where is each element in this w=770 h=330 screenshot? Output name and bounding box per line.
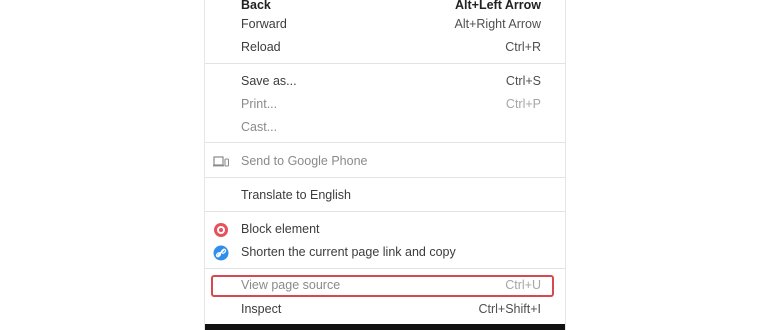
menu-item-label: Translate to English [241,188,352,202]
menu-item-cast[interactable]: Cast... [205,116,565,139]
link-icon [213,245,229,261]
menu-item-label: Block element [241,222,320,236]
menu-item-label: Back [241,0,271,12]
menu-item-shortcut: Ctrl+R [505,40,541,54]
menu-item-shortcut: Ctrl+S [505,74,541,88]
menu-item-inspect[interactable]: Inspect Ctrl+Shift+I [205,298,565,321]
menu-item-shortcut: Ctrl+P [505,97,541,111]
menu-separator [205,268,565,269]
menu-item-shortcut: Alt+Right Arrow [454,17,542,31]
context-menu: Back Alt+Left Arrow Forward Alt+Right Ar… [204,0,566,330]
menu-item-label: Inspect [241,302,282,316]
menu-item-translate[interactable]: Translate to English [205,184,565,207]
device-icon [213,156,229,167]
menu-item-label: Shorten the current page link and copy [241,245,456,259]
menu-item-print[interactable]: Print... Ctrl+P [205,93,565,116]
bottom-bar [205,324,565,330]
menu-item-shortcut: Ctrl+U [505,278,541,292]
menu-item-label: Forward [241,17,287,31]
menu-item-label: Send to Google Phone [241,154,368,168]
menu-item-reload[interactable]: Reload Ctrl+R [205,36,565,59]
menu-item-save-as[interactable]: Save as... Ctrl+S [205,70,565,93]
menu-item-block-element[interactable]: Block element [205,218,565,241]
menu-item-label: Print... [241,97,278,111]
menu-separator [205,211,565,212]
menu-item-view-source[interactable]: View page source Ctrl+U [205,274,565,297]
menu-item-shortcut: Alt+Left Arrow [455,0,541,12]
menu-separator [205,63,565,64]
menu-item-label: View page source [241,278,341,292]
menu-item-shortcut: Ctrl+Shift+I [478,302,541,316]
screenshot-stage: Back Alt+Left Arrow Forward Alt+Right Ar… [0,0,770,330]
block-element-icon [214,223,228,237]
menu-item-forward[interactable]: Forward Alt+Right Arrow [205,13,565,36]
menu-item-shorten-link[interactable]: Shorten the current page link and copy [205,241,565,264]
menu-item-label: Save as... [241,74,297,88]
menu-separator [205,142,565,143]
menu-item-label: Cast... [241,120,278,134]
menu-item-send-to-phone[interactable]: Send to Google Phone [205,150,565,173]
menu-item-label: Reload [241,40,281,54]
menu-separator [205,177,565,178]
